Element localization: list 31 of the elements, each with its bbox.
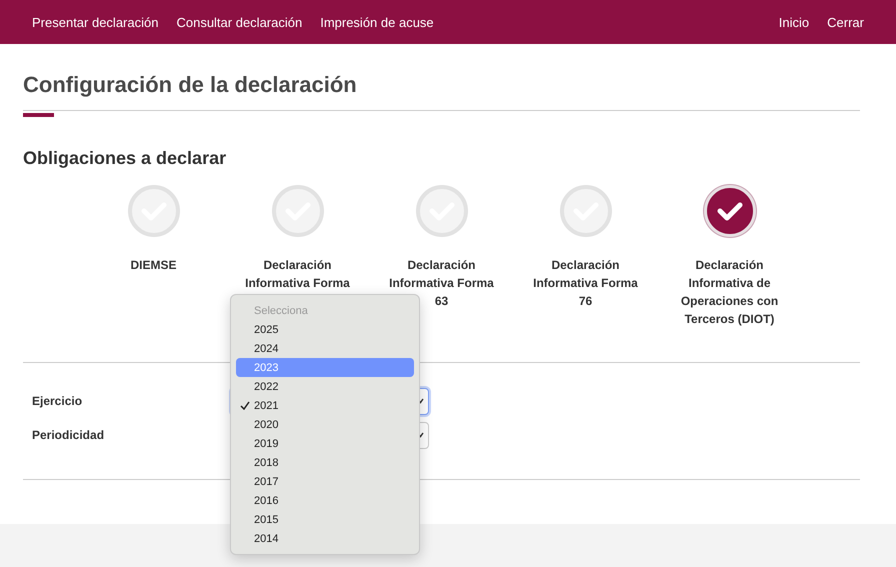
dropdown-option[interactable]: 2019: [236, 434, 414, 453]
obligation-label: Declaración Informativa Forma: [244, 257, 351, 292]
nav-link[interactable]: Presentar declaración: [32, 14, 158, 30]
page-title: Configuración de la declaración: [23, 72, 358, 98]
field-label: Periodicidad: [32, 428, 106, 442]
nav-link[interactable]: Cerrar: [827, 14, 864, 30]
dropdown-option[interactable]: 2025: [236, 320, 414, 339]
section-title: Obligaciones a declarar: [23, 148, 228, 169]
dropdown-option[interactable]: 2022: [236, 377, 414, 396]
obligation-toggle[interactable]: [704, 185, 756, 237]
nav-link[interactable]: Inicio: [778, 14, 810, 30]
field-label: Ejercicio: [32, 394, 84, 408]
nav-link[interactable]: Impresión de acuse: [320, 14, 434, 30]
title-accent-bar: [23, 113, 54, 117]
obligation-toggle[interactable]: [128, 185, 180, 237]
obligation-toggle[interactable]: [560, 185, 612, 237]
dropdown-option[interactable]: 2020: [236, 415, 414, 434]
check-icon: [716, 201, 742, 221]
dropdown-option[interactable]: 2017: [236, 472, 414, 491]
dropdown-option[interactable]: 2015: [236, 510, 414, 529]
obligation-toggle[interactable]: [272, 185, 324, 237]
dropdown-option[interactable]: 2016: [236, 491, 414, 510]
nav-link[interactable]: Consultar declaración: [176, 14, 302, 30]
dropdown-option[interactable]: 2021: [236, 396, 414, 415]
obligation-label: Declaración Informativa de Operaciones con Terceros (DIOT): [680, 257, 780, 328]
dropdown-option[interactable]: 2014: [236, 529, 414, 548]
dropdown-option[interactable]: 2024: [236, 339, 414, 358]
dropdown-option[interactable]: 2018: [236, 453, 414, 472]
obligation-label: DIEMSE: [129, 257, 178, 274]
obligation-label: Declaración Informativa Forma 76: [532, 257, 639, 310]
obligation-toggle[interactable]: [416, 185, 468, 237]
